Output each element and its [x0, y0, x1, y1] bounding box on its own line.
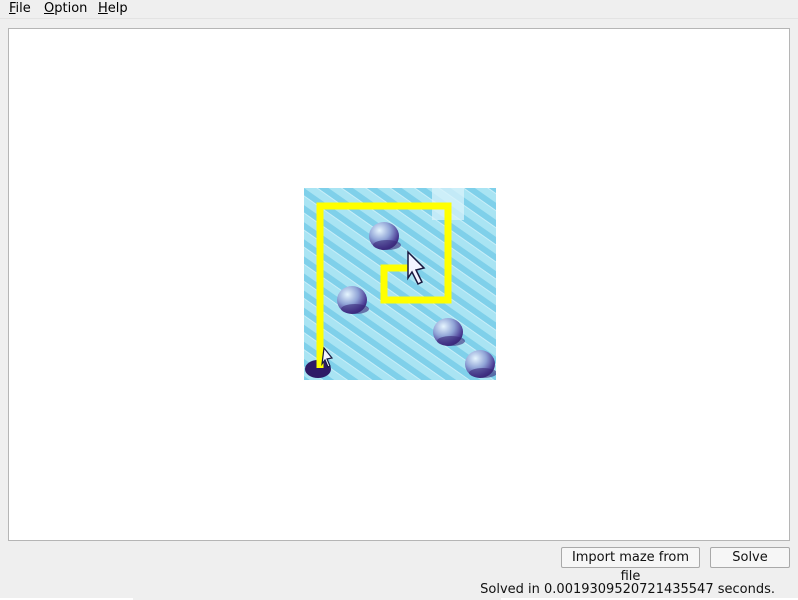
- menu-option[interactable]: Option: [44, 0, 87, 18]
- ice-floor: [304, 188, 496, 380]
- solve-button[interactable]: Solve: [710, 547, 790, 568]
- maze-canvas: [8, 28, 790, 541]
- maze-board: [304, 188, 496, 380]
- status-message: Solved in 0.0019309520721435547 seconds.: [480, 582, 775, 597]
- menu-help[interactable]: Help: [98, 0, 128, 18]
- menubar: File Option Help: [0, 0, 798, 19]
- import-maze-button[interactable]: Import maze from file: [561, 547, 700, 584]
- menu-file[interactable]: File: [9, 0, 31, 18]
